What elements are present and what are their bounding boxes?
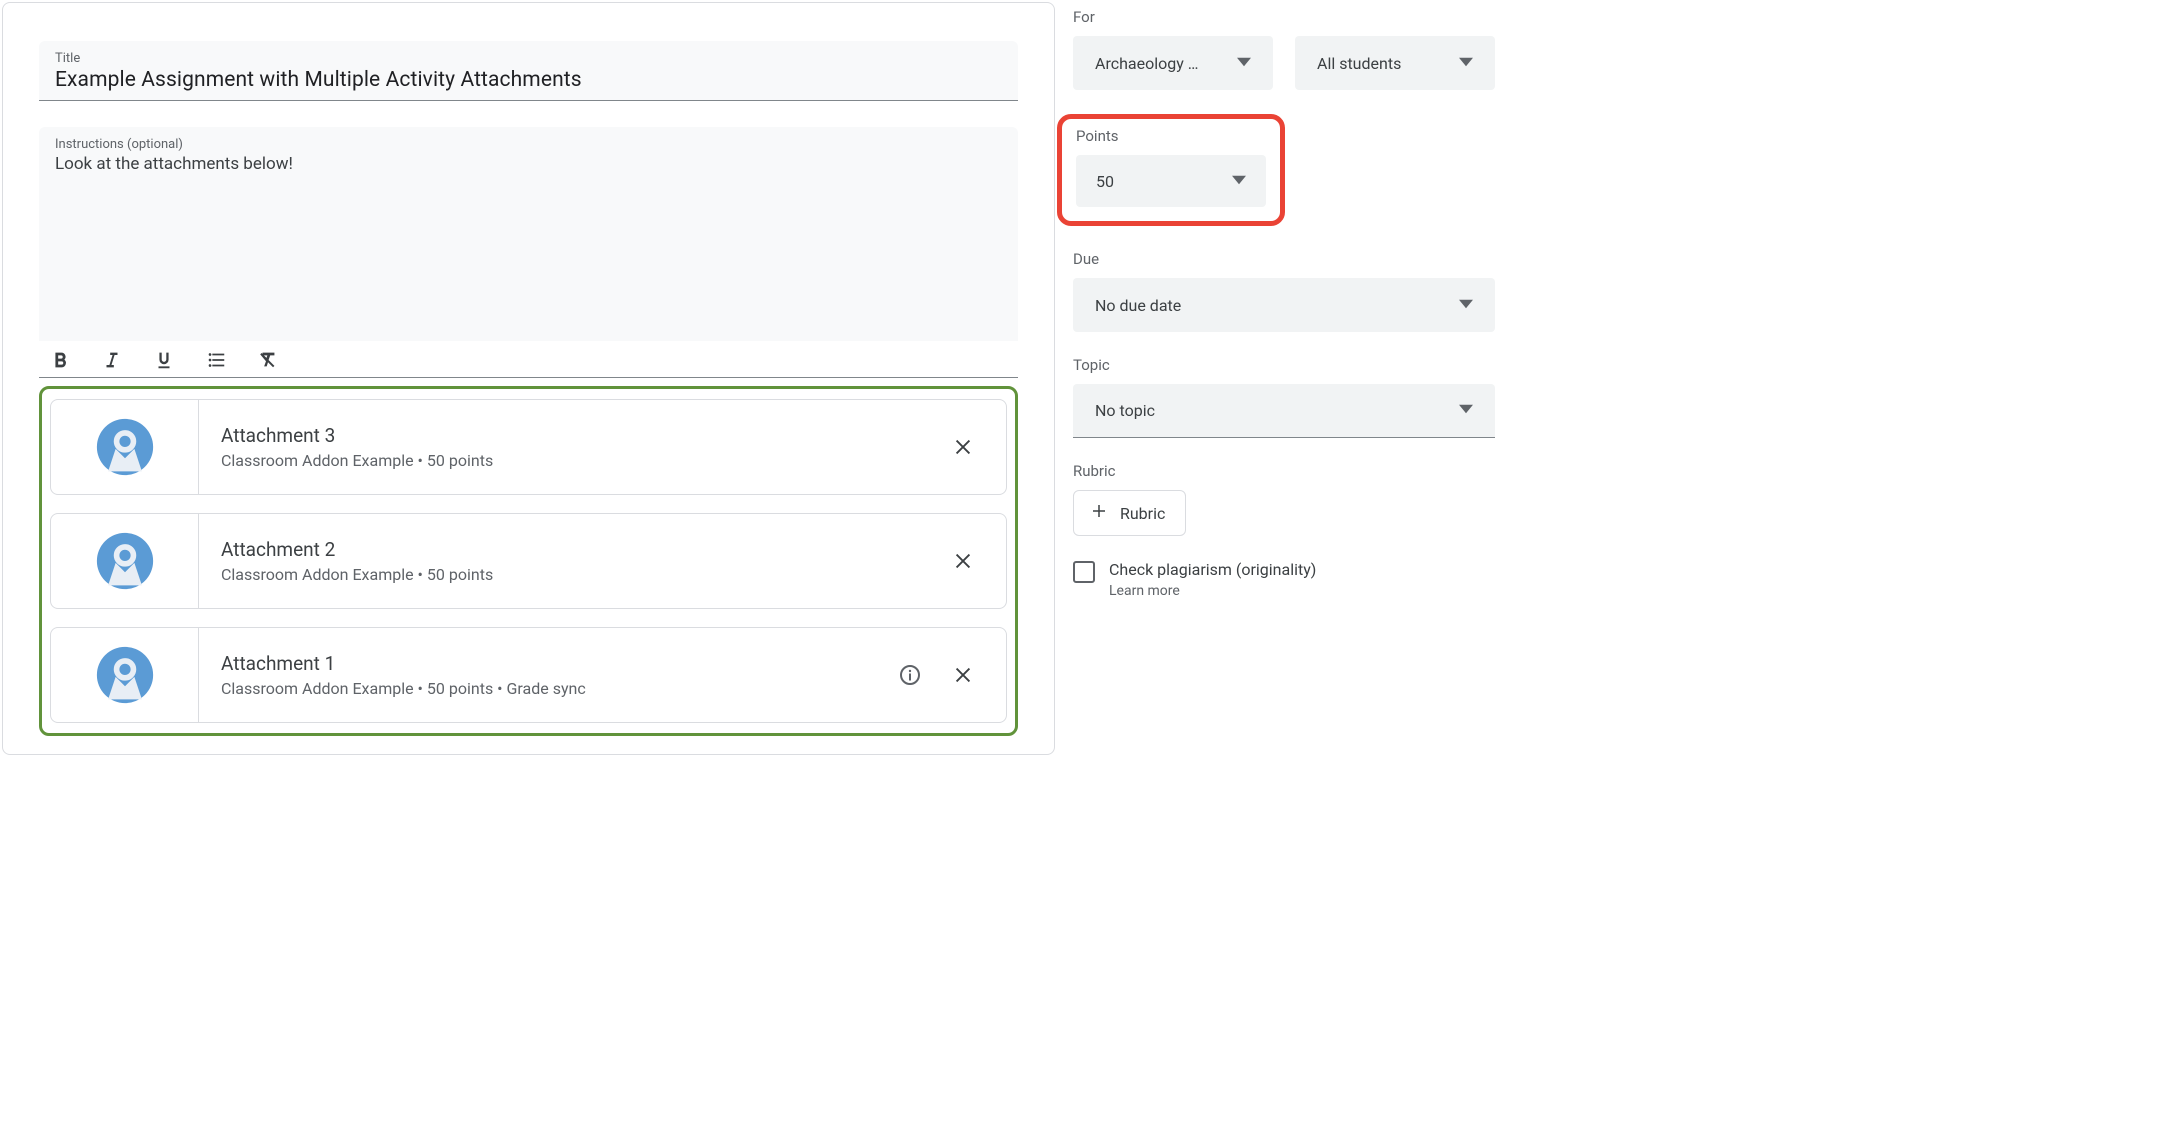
attachment-thumbnail xyxy=(51,400,199,494)
points-value: 50 xyxy=(1096,172,1114,191)
title-label: Title xyxy=(55,51,1002,66)
points-highlight: Points 50 xyxy=(1057,114,1285,226)
due-date-value: No due date xyxy=(1095,296,1181,315)
remove-attachment-button[interactable] xyxy=(952,436,974,458)
clear-formatting-button[interactable] xyxy=(255,347,281,373)
assignment-editor: Title Example Assignment with Multiple A… xyxy=(2,2,1055,755)
attachment-card[interactable]: Attachment 3 Classroom Addon Example • 5… xyxy=(50,399,1007,495)
underline-button[interactable] xyxy=(151,347,177,373)
attachment-thumbnail xyxy=(51,514,199,608)
info-icon[interactable] xyxy=(898,663,922,687)
attachments-highlight: Attachment 3 Classroom Addon Example • 5… xyxy=(39,386,1018,736)
bold-button[interactable] xyxy=(47,347,73,373)
addon-icon xyxy=(95,417,155,477)
attachment-card[interactable]: Attachment 2 Classroom Addon Example • 5… xyxy=(50,513,1007,609)
addon-icon xyxy=(95,531,155,591)
plagiarism-checkbox[interactable] xyxy=(1073,561,1095,583)
format-toolbar xyxy=(39,341,1018,378)
instructions-input[interactable]: Look at the attachments below! xyxy=(55,154,1002,174)
attachment-title: Attachment 2 xyxy=(221,538,952,561)
attachment-title: Attachment 1 xyxy=(221,652,898,675)
plagiarism-row: Check plagiarism (originality) Learn mor… xyxy=(1073,560,1495,599)
points-label: Points xyxy=(1076,127,1266,145)
remove-attachment-button[interactable] xyxy=(952,550,974,572)
due-label: Due xyxy=(1073,250,1495,268)
remove-attachment-button[interactable] xyxy=(952,664,974,686)
instructions-field[interactable]: Instructions (optional) Look at the atta… xyxy=(39,127,1018,341)
students-select[interactable]: All students xyxy=(1295,36,1495,90)
topic-select[interactable]: No topic xyxy=(1073,384,1495,438)
title-field[interactable]: Title Example Assignment with Multiple A… xyxy=(39,41,1018,101)
points-select[interactable]: 50 xyxy=(1076,155,1266,207)
attachment-card[interactable]: Attachment 1 Classroom Addon Example • 5… xyxy=(50,627,1007,723)
caret-down-icon xyxy=(1459,296,1473,315)
caret-down-icon xyxy=(1459,54,1473,73)
attachment-subtitle: Classroom Addon Example • 50 points xyxy=(221,565,952,584)
class-select-value: Archaeology … xyxy=(1095,54,1198,73)
attachment-subtitle: Classroom Addon Example • 50 points xyxy=(221,451,952,470)
topic-value: No topic xyxy=(1095,401,1155,420)
add-rubric-button[interactable]: Rubric xyxy=(1073,490,1186,536)
topic-label: Topic xyxy=(1073,356,1495,374)
rubric-button-label: Rubric xyxy=(1120,504,1165,523)
learn-more-link[interactable]: Learn more xyxy=(1109,583,1316,599)
attachment-subtitle: Classroom Addon Example • 50 points • Gr… xyxy=(221,679,898,698)
due-date-select[interactable]: No due date xyxy=(1073,278,1495,332)
class-select[interactable]: Archaeology … xyxy=(1073,36,1273,90)
italic-button[interactable] xyxy=(99,347,125,373)
caret-down-icon xyxy=(1237,54,1251,73)
caret-down-icon xyxy=(1459,401,1473,420)
plus-icon xyxy=(1090,502,1108,524)
instructions-label: Instructions (optional) xyxy=(55,137,1002,152)
students-select-value: All students xyxy=(1317,54,1401,73)
addon-icon xyxy=(95,645,155,705)
plagiarism-label: Check plagiarism (originality) xyxy=(1109,560,1316,579)
bullet-list-button[interactable] xyxy=(203,347,229,373)
for-label: For xyxy=(1073,8,1495,26)
attachment-title: Attachment 3 xyxy=(221,424,952,447)
title-input[interactable]: Example Assignment with Multiple Activit… xyxy=(55,68,1002,92)
caret-down-icon xyxy=(1232,172,1246,191)
assignment-sidebar: For Archaeology … All students Points 50 xyxy=(1063,2,1503,755)
rubric-label: Rubric xyxy=(1073,462,1495,480)
attachment-thumbnail xyxy=(51,628,199,722)
